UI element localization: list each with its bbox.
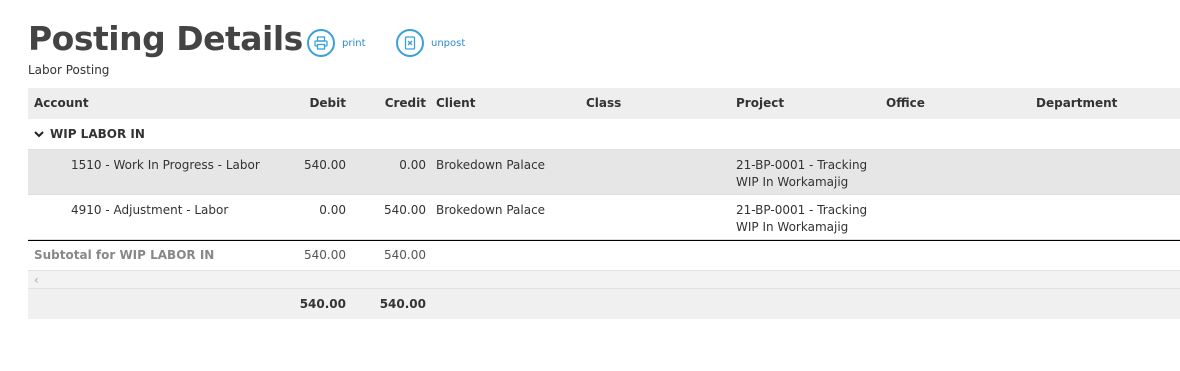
row-project: 21-BP-0001 - Tracking WIP In Workamajig (736, 202, 867, 236)
group-name: WIP LABOR IN (50, 127, 145, 141)
row-account: 1510 - Work In Progress - Labor (71, 158, 260, 172)
unpost-label: unpost (431, 37, 466, 49)
column-header-project[interactable]: Project (736, 96, 784, 110)
row-credit: 0.00 (399, 158, 426, 172)
column-header-office[interactable]: Office (886, 96, 925, 110)
row-client: Brokedown Palace (436, 158, 546, 172)
scroll-left-icon[interactable]: ‹ (34, 273, 39, 287)
printer-icon (307, 29, 335, 57)
print-button[interactable]: print (307, 29, 366, 57)
grid-header: Account Debit Credit Client Class Projec… (28, 88, 1180, 119)
column-header-class[interactable]: Class (586, 96, 621, 110)
subtotal-label: Subtotal for WIP LABOR IN (34, 248, 215, 262)
horizontal-scrollbar[interactable]: ‹ (28, 270, 1180, 289)
row-debit: 0.00 (319, 203, 346, 217)
row-project: 21-BP-0001 - Tracking WIP In Workamajig (736, 157, 867, 191)
subtotal-debit: 540.00 (304, 248, 346, 262)
column-header-debit[interactable]: Debit (309, 96, 346, 110)
row-debit: 540.00 (304, 158, 346, 172)
row-account: 4910 - Adjustment - Labor (71, 203, 229, 217)
page-subtitle: Labor Posting (28, 63, 110, 77)
total-credit: 540.00 (379, 297, 426, 311)
row-project-line2: WIP In Workamajig (736, 175, 849, 189)
table-row[interactable]: 1510 - Work In Progress - Labor 540.00 0… (28, 150, 1180, 195)
page-title: Posting Details (28, 19, 303, 58)
row-client: Brokedown Palace (436, 203, 546, 217)
posting-grid: Account Debit Credit Client Class Projec… (28, 88, 1180, 319)
column-header-client[interactable]: Client (436, 96, 475, 110)
group-row[interactable]: WIP LABOR IN (28, 119, 1180, 150)
subtotal-credit: 540.00 (384, 248, 426, 262)
unpost-button[interactable]: unpost (396, 29, 465, 57)
unpost-document-icon (396, 29, 424, 57)
totals-row: 540.00 540.00 (28, 289, 1180, 319)
column-header-department[interactable]: Department (1036, 96, 1117, 110)
print-label: print (342, 37, 366, 49)
column-header-account[interactable]: Account (34, 96, 89, 110)
row-project-line1: 21-BP-0001 - Tracking (736, 158, 868, 172)
row-credit: 540.00 (384, 203, 426, 217)
chevron-down-icon[interactable] (34, 130, 44, 141)
column-header-credit[interactable]: Credit (385, 96, 426, 110)
row-project-line1: 21-BP-0001 - Tracking (736, 203, 868, 217)
total-debit: 540.00 (299, 297, 346, 311)
subtotal-row: Subtotal for WIP LABOR IN 540.00 540.00 (28, 240, 1180, 270)
table-row[interactable]: 4910 - Adjustment - Labor 0.00 540.00 Br… (28, 195, 1180, 240)
row-project-line2: WIP In Workamajig (736, 220, 849, 234)
